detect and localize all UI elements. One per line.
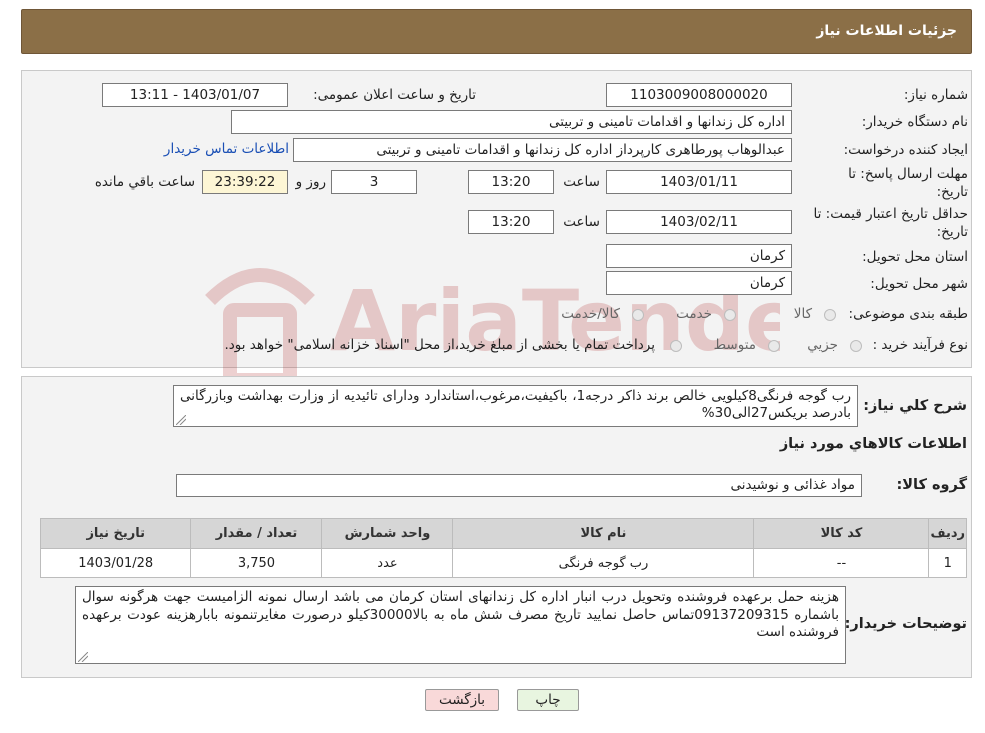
goods-table-header: رديف کد کالا نام کالا واحد شمارش تعداد /… <box>39 518 967 549</box>
cell-index: 1 <box>928 548 967 578</box>
validity-time-label: ساعت <box>563 214 600 230</box>
deadline-date-field: 1403/01/11 <box>606 170 792 194</box>
table-row[interactable]: 1 -- رب گوجه فرنگی عدد 3,750 1403/01/28 <box>39 548 967 578</box>
process-note: پرداخت تمام یا بخشی از مبلغ خرید،از محل … <box>224 337 655 353</box>
validity-time-field: 13:20 <box>468 210 554 234</box>
buyer-contact-link[interactable]: اطلاعات تماس خریدار <box>164 141 289 157</box>
cell-unit: عدد <box>321 548 454 578</box>
need-number-field: 1103009008000020 <box>606 83 792 107</box>
process-radio-treasury[interactable] <box>670 340 682 352</box>
process-option-medium: متوسط <box>713 337 756 353</box>
days-label: روز و <box>295 174 326 190</box>
buyer-org-label: نام دستگاه خریدار: <box>861 114 968 130</box>
remaining-time-label: ساعت باقي مانده <box>94 174 195 190</box>
deadline-label: مهلت ارسال پاسخ: تا تاریخ: <box>848 166 968 200</box>
col-unit: واحد شمارش <box>321 518 454 549</box>
buyer-notes-textarea[interactable]: هزینه حمل برعهده فروشنده وتحویل درب انبا… <box>75 586 846 664</box>
goods-table: رديف کد کالا نام کالا واحد شمارش تعداد /… <box>39 518 967 578</box>
page-title: جزئیات اطلاعات نیاز <box>816 23 957 39</box>
cell-code: -- <box>753 548 930 578</box>
buyer-notes-text: هزینه حمل برعهده فروشنده وتحویل درب انبا… <box>82 589 839 640</box>
category-option-goods: کالا <box>793 306 812 322</box>
cell-date: 1403/01/28 <box>39 548 192 578</box>
province-field: کرمان <box>606 244 792 268</box>
back-button[interactable]: بازگشت <box>425 689 499 711</box>
validity-label: حداقل تاريخ اعتبار قيمت: تا تاریخ: <box>813 206 968 240</box>
category-option-goods-service: کالا/خدمت <box>561 306 620 322</box>
process-option-minor: جزيي <box>807 337 838 353</box>
category-radio-goods[interactable] <box>824 309 836 321</box>
goods-group-field: مواد غذائی و نوشیدنی <box>176 474 862 497</box>
announce-label: تاریخ و ساعت اعلان عمومی: <box>313 87 476 103</box>
goods-group-label: گروه کالا: <box>896 477 967 493</box>
col-code: کد کالا <box>753 518 930 549</box>
page-header: جزئیات اطلاعات نیاز <box>21 9 972 54</box>
print-button[interactable]: چاپ <box>517 689 579 711</box>
process-radio-minor[interactable] <box>850 340 862 352</box>
process-radio-medium[interactable] <box>768 340 780 352</box>
days-field: 3 <box>331 170 417 194</box>
category-radio-service[interactable] <box>724 309 736 321</box>
category-label: طبقه بندی موضوعی: <box>848 306 968 322</box>
description-textarea[interactable]: رب گوجه فرنگی8کیلویی خالص برند ذاکر درجه… <box>173 385 858 427</box>
cell-qty: 3,750 <box>190 548 323 578</box>
resize-grip-icon[interactable] <box>176 415 186 425</box>
remaining-time-field: 23:39:22 <box>202 170 288 194</box>
goods-section-title: اطلاعات کالاهاي مورد نياز <box>779 436 967 452</box>
description-label: شرح کلي نياز: <box>863 398 967 414</box>
buyer-org-field: اداره کل زندانها و اقدامات تامینی و تربی… <box>231 110 792 134</box>
announce-field: 1403/01/07 - 13:11 <box>102 83 288 107</box>
col-date: تاريخ نياز <box>39 518 192 549</box>
creator-label: ایجاد کننده درخواست: <box>843 142 968 158</box>
creator-field: عبدالوهاب پورطاهری کارپرداز اداره کل زند… <box>293 138 792 162</box>
city-label: شهر محل تحویل: <box>870 276 968 292</box>
buyer-notes-label: توضیحات خریدار: <box>844 616 967 632</box>
category-option-service: خدمت <box>676 306 712 322</box>
city-field: کرمان <box>606 271 792 295</box>
process-label: نوع فرآیند خرید : <box>872 337 968 353</box>
resize-grip-icon[interactable] <box>78 652 88 662</box>
category-radio-goods-service[interactable] <box>632 309 644 321</box>
description-text: رب گوجه فرنگی8کیلویی خالص برند ذاکر درجه… <box>180 388 852 421</box>
col-name: نام کالا <box>452 518 755 549</box>
deadline-time-field: 13:20 <box>468 170 554 194</box>
col-qty: تعداد / مقدار <box>190 518 323 549</box>
province-label: استان محل تحویل: <box>862 249 968 265</box>
deadline-time-label: ساعت <box>563 174 600 190</box>
col-index: رديف <box>928 518 967 549</box>
cell-name: رب گوجه فرنگی <box>452 548 755 578</box>
validity-date-field: 1403/02/11 <box>606 210 792 234</box>
need-number-label: شماره نیاز: <box>903 87 968 103</box>
